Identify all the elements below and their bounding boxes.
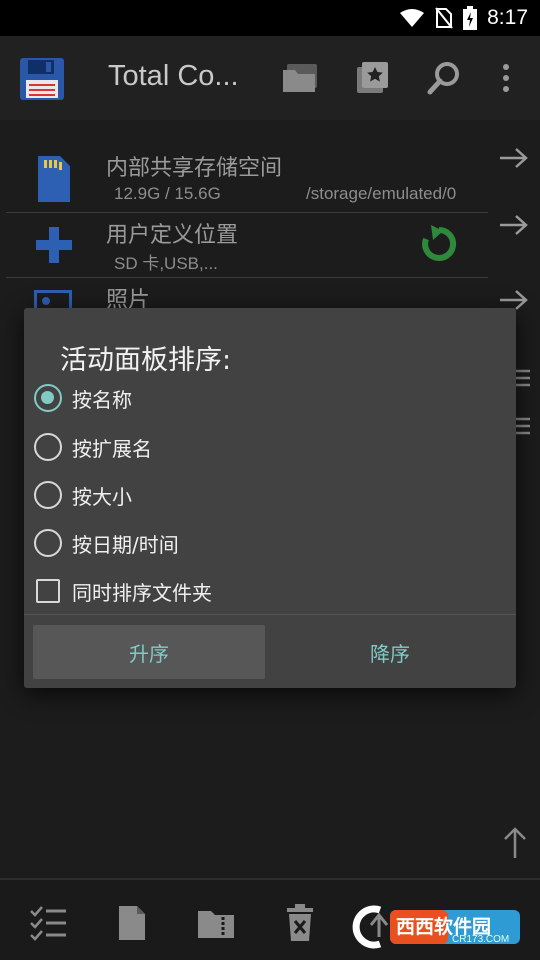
radio-unselected[interactable] [34, 433, 62, 461]
sort-folders-checkbox[interactable]: 同时排序文件夹 [32, 569, 508, 613]
dialog-divider [24, 614, 516, 615]
radio-selected[interactable] [34, 384, 62, 412]
descending-button[interactable]: 降序 [274, 625, 506, 679]
sort-by-date-option[interactable]: 按日期/时间 [32, 521, 508, 565]
radio-unselected[interactable] [34, 529, 62, 557]
option-label: 按名称 [72, 388, 132, 412]
option-label: 按大小 [72, 485, 132, 509]
radio-unselected[interactable] [34, 481, 62, 509]
sort-by-name-option[interactable]: 按名称 [32, 376, 508, 420]
option-label: 按扩展名 [72, 437, 152, 461]
sort-by-extension-option[interactable]: 按扩展名 [32, 425, 508, 469]
checkbox[interactable] [36, 579, 60, 603]
ascending-button[interactable]: 升序 [33, 625, 265, 679]
sort-dialog: 活动面板排序: 按名称 按扩展名 按大小 按日期/时间 同时排序文件夹 升序 降… [24, 308, 516, 688]
sort-by-size-option[interactable]: 按大小 [32, 473, 508, 517]
dialog-title: 活动面板排序: [60, 345, 232, 376]
checkbox-label: 同时排序文件夹 [72, 581, 212, 605]
option-label: 按日期/时间 [72, 533, 179, 557]
